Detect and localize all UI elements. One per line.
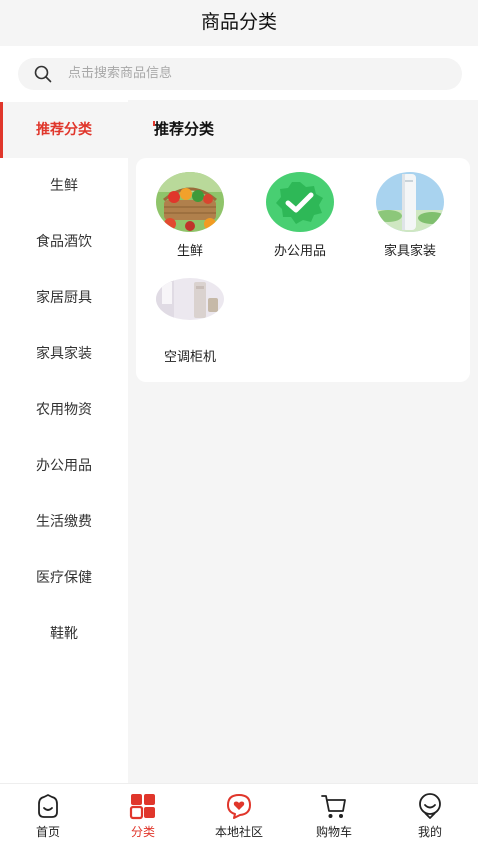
nav-label-profile: 我的	[417, 825, 442, 839]
sidebar-item-shoes[interactable]: 鞋靴	[0, 606, 128, 662]
category-sidebar: 推荐分类 生鲜 食品酒饮 家居厨具 家具家装 农用物资 办公用品 生活缴费 医疗…	[0, 100, 128, 783]
category-tile-furniture[interactable]: 家具家装	[360, 172, 460, 259]
sidebar-item-home-kitchen[interactable]: 家居厨具	[0, 270, 128, 326]
green-badge-check-icon	[266, 172, 334, 232]
category-tile-fresh[interactable]: 生鲜	[140, 172, 240, 259]
fresh-produce-basket-image	[156, 172, 224, 232]
sidebar-item-health-care[interactable]: 医疗保健	[0, 550, 128, 606]
category-label-furniture: 家具家装	[383, 244, 436, 259]
nav-item-profile[interactable]: 我的	[382, 784, 478, 850]
category-label-fresh: 生鲜	[176, 244, 203, 259]
category-label-office-supplies: 办公用品	[273, 244, 326, 259]
search-placeholder: 点击搜索商品信息	[68, 66, 173, 81]
category-card: 生鲜 办公用品 家具家装 空调柜机	[136, 158, 470, 382]
sidebar-item-food-drinks[interactable]: 食品酒饮	[0, 214, 128, 270]
bottom-nav: 首页 分类 本地社区 购物车 我的	[0, 783, 478, 850]
home-face-icon	[38, 794, 58, 818]
nav-label-community: 本地社区	[214, 825, 263, 839]
sidebar-item-bill-payment[interactable]: 生活缴费	[0, 494, 128, 550]
search-input[interactable]: 点击搜索商品信息	[18, 58, 462, 90]
nav-item-cart[interactable]: 购物车	[286, 784, 382, 850]
air-conditioner-tower-image	[376, 172, 444, 232]
category-tile-office-supplies[interactable]: 办公用品	[250, 172, 350, 259]
search-icon	[34, 65, 52, 83]
section-title: 推荐分类	[152, 120, 215, 138]
community-heart-icon	[227, 794, 251, 819]
nav-label-category: 分类	[130, 825, 155, 839]
nav-item-community[interactable]: 本地社区	[191, 784, 287, 850]
sidebar-item-recommended[interactable]: 推荐分类	[0, 102, 128, 158]
nav-item-category[interactable]: 分类	[95, 784, 191, 850]
nav-label-cart: 购物车	[315, 825, 352, 839]
sidebar-item-agri-supplies[interactable]: 农用物资	[0, 382, 128, 438]
sidebar-item-fresh[interactable]: 生鲜	[0, 158, 128, 214]
category-tile-air-conditioner[interactable]: 空调柜机	[140, 278, 240, 365]
profile-face-icon	[419, 793, 441, 819]
header: 商品分类	[0, 0, 478, 46]
category-content: 推荐分类 生鲜 办公用品 家具家装 空调柜机	[128, 100, 478, 783]
nav-item-home[interactable]: 首页	[0, 784, 96, 850]
category-grid-icon	[129, 794, 155, 820]
sidebar-item-office-supplies[interactable]: 办公用品	[0, 438, 128, 494]
nav-label-home: 首页	[35, 825, 60, 839]
page-title: 商品分类	[200, 11, 277, 33]
sidebar-item-furniture[interactable]: 家具家装	[0, 326, 128, 382]
room-air-conditioner-image	[156, 278, 224, 320]
shopping-cart-icon	[321, 795, 346, 818]
search-bar: 点击搜索商品信息	[0, 46, 478, 100]
category-label-air-conditioner: 空调柜机	[163, 350, 216, 365]
